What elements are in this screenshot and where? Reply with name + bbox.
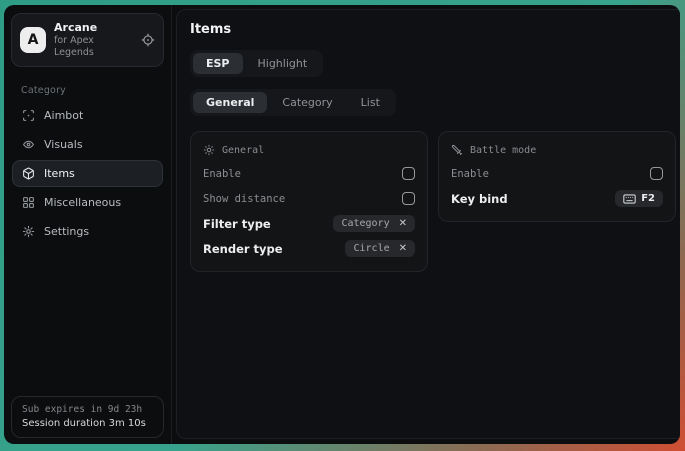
key-bind-label: Key bind: [451, 192, 508, 206]
show-distance-row: Show distance: [203, 186, 415, 211]
enable-label: Enable: [203, 168, 241, 180]
key-bind-value: F2: [641, 193, 655, 204]
show-distance-checkbox[interactable]: [402, 192, 415, 205]
session-duration-text: Session duration 3m 10s: [22, 418, 153, 429]
tab-highlight[interactable]: Highlight: [245, 53, 321, 74]
eye-icon: [22, 138, 35, 151]
sidebar-item-aimbot[interactable]: Aimbot: [12, 102, 163, 129]
category-section-label: Category: [21, 85, 156, 96]
tab-category[interactable]: Category: [269, 92, 345, 113]
battle-enable-row: Enable: [451, 161, 663, 186]
gear-icon: [22, 225, 35, 238]
tab-esp[interactable]: ESP: [193, 53, 243, 74]
sun-icon: [203, 144, 215, 156]
sub-expires-text: Sub expires in 9d 23h: [22, 404, 153, 415]
box-icon: [22, 167, 35, 180]
battle-mode-panel: Battle mode Enable Key bind: [438, 131, 676, 222]
sidebar-item-items[interactable]: Items: [12, 160, 163, 187]
general-panel: General Enable Show distance Filter type: [190, 131, 428, 272]
general-panel-title: General: [222, 145, 264, 156]
main-area: Items ESP Highlight General Category Lis…: [172, 5, 680, 444]
show-distance-label: Show distance: [203, 193, 285, 205]
sidebar-item-settings[interactable]: Settings: [12, 218, 163, 245]
swords-icon: [451, 144, 463, 156]
target-icon[interactable]: [141, 33, 155, 47]
panels-row: General Enable Show distance Filter type: [190, 131, 676, 272]
app-subtitle: for Apex Legends: [54, 35, 133, 59]
sidebar-item-label: Aimbot: [44, 109, 83, 122]
battle-enable-label: Enable: [451, 168, 489, 180]
sidebar-item-label: Miscellaneous: [44, 196, 121, 209]
close-icon[interactable]: ✕: [399, 219, 407, 229]
enable-checkbox[interactable]: [402, 167, 415, 180]
sidebar-item-miscellaneous[interactable]: Miscellaneous: [12, 189, 163, 216]
tab-general[interactable]: General: [193, 92, 267, 113]
filter-type-row: Filter type Category ✕: [203, 211, 415, 236]
page-title: Items: [190, 22, 676, 37]
enable-row: Enable: [203, 161, 415, 186]
sidebar-item-label: Visuals: [44, 138, 83, 151]
app-window: A Arcane for Apex Legends Category: [4, 5, 680, 444]
crosshair-icon: [22, 109, 35, 122]
keyboard-icon: [623, 194, 636, 204]
sidebar-item-visuals[interactable]: Visuals: [12, 131, 163, 158]
key-bind-row: Key bind F2: [451, 186, 663, 211]
filter-type-value: Category: [341, 218, 389, 229]
sidebar-item-label: Settings: [44, 225, 89, 238]
battle-enable-checkbox[interactable]: [650, 167, 663, 180]
app-logo: A: [20, 27, 46, 53]
brand-card: A Arcane for Apex Legends: [11, 13, 164, 67]
close-icon[interactable]: ✕: [399, 244, 407, 254]
general-panel-header: General: [203, 137, 415, 161]
sidebar-spacer: [9, 245, 166, 397]
render-type-label: Render type: [203, 242, 283, 256]
tab-list[interactable]: List: [348, 92, 393, 113]
view-tabs: General Category List: [190, 89, 396, 116]
grid-icon: [22, 196, 35, 209]
render-type-value: Circle: [353, 243, 389, 254]
render-type-row: Render type Circle ✕: [203, 236, 415, 261]
filter-type-tag[interactable]: Category ✕: [333, 215, 415, 232]
battle-mode-panel-header: Battle mode: [451, 137, 663, 161]
sidebar-nav: Aimbot Visuals: [9, 102, 166, 245]
sidebar: A Arcane for Apex Legends Category: [4, 5, 172, 444]
app-name: Arcane: [54, 21, 133, 35]
mode-tabs: ESP Highlight: [190, 50, 323, 77]
battle-mode-panel-title: Battle mode: [470, 145, 536, 156]
desktop-background: A Arcane for Apex Legends Category: [0, 0, 685, 451]
filter-type-label: Filter type: [203, 217, 271, 231]
session-card: Sub expires in 9d 23h Session duration 3…: [11, 396, 164, 438]
key-bind-button[interactable]: F2: [615, 190, 663, 207]
render-type-tag[interactable]: Circle ✕: [345, 240, 415, 257]
sidebar-item-label: Items: [44, 167, 75, 180]
brand-text: Arcane for Apex Legends: [54, 21, 133, 59]
main-card: Items ESP Highlight General Category Lis…: [176, 9, 680, 439]
